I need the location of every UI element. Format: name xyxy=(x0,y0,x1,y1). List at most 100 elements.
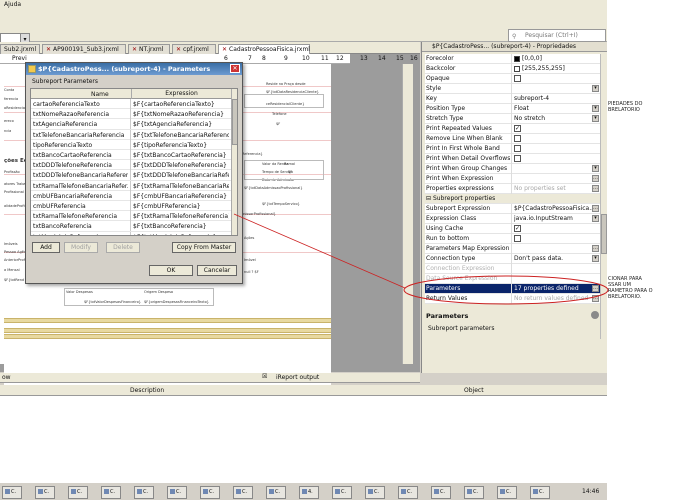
taskbar-item[interactable]: C. xyxy=(497,486,517,499)
checkbox[interactable] xyxy=(514,235,521,242)
checkbox[interactable] xyxy=(514,155,521,162)
taskbar-item[interactable]: C. xyxy=(35,486,55,499)
table-row[interactable]: txtAgenciaReferencia $F{txtAgenciaReferen… xyxy=(31,119,231,130)
property-run-to-bottom[interactable]: Run to bottom xyxy=(425,234,600,244)
property-value-wrap[interactable]: subreport-4 xyxy=(514,95,594,102)
property-parameters[interactable]: Parameters 17 properties defined… xyxy=(425,284,600,294)
close-icon[interactable]: ✕ xyxy=(46,46,51,53)
property-subreport-expression[interactable]: Subreport Expression $P{CadastroPessoaFis… xyxy=(425,204,600,214)
property-backcolor[interactable]: Backcolor [255,255,255] xyxy=(425,64,600,74)
property-opaque[interactable]: Opaque xyxy=(425,74,600,84)
property-properties-expressions[interactable]: Properties expressions No properties set… xyxy=(425,184,600,194)
property-stretch-type[interactable]: Stretch Type No stretch ▾ xyxy=(425,114,600,124)
close-icon[interactable]: ✕ xyxy=(230,64,240,73)
table-scrollbar[interactable] xyxy=(231,89,237,235)
checkbox[interactable]: ✓ xyxy=(514,225,521,232)
table-row[interactable]: txtMunicipioReferencia $F{txtMunicipioRef… xyxy=(31,231,231,235)
table-row[interactable]: cmbUFReferencia $F{cmbUFReferencia} xyxy=(31,201,231,212)
property-key[interactable]: Key subreport-4 xyxy=(425,94,600,104)
property-value-wrap[interactable]: 17 properties defined xyxy=(514,285,594,292)
property-print-when-detail-overflows[interactable]: Print When Detail Overflows xyxy=(425,154,600,164)
taskbar-item[interactable]: C. xyxy=(200,486,220,499)
field-fragment[interactable]: Ações xyxy=(244,236,254,240)
cancel-button[interactable]: Cancelar xyxy=(197,265,237,276)
taskbar-item[interactable]: C. xyxy=(266,486,286,499)
field-fragment[interactable]: Profissão xyxy=(4,170,20,174)
table-row[interactable]: txtRamalTelefoneReferencia $F{txtRamalTel… xyxy=(31,211,231,222)
field-fragment[interactable]: $F{txtRend xyxy=(4,278,24,282)
taskbar-item[interactable]: C. xyxy=(332,486,352,499)
field-fragment[interactable]: ferencia xyxy=(4,97,18,101)
taskbar-item[interactable]: C. xyxy=(530,486,550,499)
color-swatch[interactable] xyxy=(514,65,520,72)
taskbar-item[interactable]: C. xyxy=(398,486,418,499)
property-value-wrap[interactable]: No stretch xyxy=(514,115,594,122)
property-style[interactable]: Style ▾ xyxy=(425,84,600,94)
ellipsis-button[interactable]: … xyxy=(592,285,599,292)
taskbar-item[interactable]: C. xyxy=(101,486,121,499)
output-left-tab[interactable]: ow xyxy=(2,374,11,381)
taskbar-item[interactable]: C. xyxy=(134,486,154,499)
table-row[interactable]: txtDDDTelefoneReferencia $F{txtDDDTelefon… xyxy=(31,160,231,171)
property-subreport-properties[interactable]: ⊟ Subreport properties xyxy=(425,194,600,204)
taskbar-item[interactable]: C. xyxy=(68,486,88,499)
search-input[interactable]: ⚲ Pesquisar (Ctrl+I) xyxy=(508,29,606,42)
field-fragment[interactable]: Telefone xyxy=(272,112,287,116)
field-fragment[interactable]: $F xyxy=(276,122,280,126)
table-row[interactable]: txtBancoReferencia $F{txtBancoReferencia} xyxy=(31,221,231,232)
checkbox[interactable] xyxy=(514,75,521,82)
modify-button[interactable]: Modify xyxy=(64,242,98,253)
field-fragment[interactable]: Profissional xyxy=(4,190,24,194)
tab-cadastro-pessoa-fisica[interactable]: ✕ CadastroPessoaFisica.jrxml xyxy=(218,44,310,54)
table-row[interactable]: txtDDDTelefoneBancariaReferencia $F{txtDD… xyxy=(31,170,231,181)
taskbar-item[interactable]: C. xyxy=(2,486,22,499)
help-icon[interactable] xyxy=(591,311,599,319)
property-parameters-map-expression[interactable]: Parameters Map Expression… xyxy=(425,244,600,254)
table-row[interactable]: txtRamalTelefoneBancariaRefer... $F{txtRa… xyxy=(31,180,231,191)
property-value-wrap[interactable]: No return values defined xyxy=(514,295,594,302)
chevron-down-icon[interactable]: ▾ xyxy=(592,105,599,112)
chevron-down-icon[interactable]: ▾ xyxy=(592,115,599,122)
taskbar-item[interactable]: C. xyxy=(167,486,187,499)
table-row[interactable]: tipoReferenciaTexto $F{tipoReferenciaText… xyxy=(31,139,231,150)
table-row[interactable]: cmbUFBancariaReferencia $F{cmbUFBancariaR… xyxy=(31,190,231,201)
property-using-cache[interactable]: Using Cache ✓ xyxy=(425,224,600,234)
property-value-wrap[interactable]: Float xyxy=(514,105,594,112)
band-separator[interactable] xyxy=(4,334,331,339)
col-description[interactable]: Description xyxy=(130,387,164,394)
add-button[interactable]: Add xyxy=(32,242,60,253)
chevron-down-icon[interactable]: ▾ xyxy=(592,215,599,222)
properties-scrollbar[interactable] xyxy=(600,54,607,339)
close-icon[interactable]: ✕ xyxy=(222,46,227,53)
property-print-repeated-values[interactable]: Print Repeated Values ✓ xyxy=(425,124,600,134)
table-row[interactable]: txtTelefoneBancariaReferencia $F{txtTelef… xyxy=(31,129,231,140)
ok-button[interactable]: OK xyxy=(149,265,193,276)
preview-label[interactable]: Previ xyxy=(12,55,27,62)
property-print-when-group-changes[interactable]: Print When Group Changes ▾ xyxy=(425,164,600,174)
tab-sub2[interactable]: Sub2.jrxml xyxy=(0,44,40,54)
col-object[interactable]: Object xyxy=(464,387,484,394)
property-value-wrap[interactable]: java.io.InputStream xyxy=(514,215,594,222)
property-position-type[interactable]: Position Type Float ▾ xyxy=(425,104,600,114)
checkbox[interactable] xyxy=(514,145,521,152)
field-fragment[interactable]: ncia xyxy=(4,129,11,133)
taskbar-item[interactable]: C. xyxy=(431,486,451,499)
tab-ap900191-sub3[interactable]: ✕ AP900191_Sub3.jrxml xyxy=(42,44,126,54)
taskbar-item[interactable]: C. xyxy=(464,486,484,499)
ellipsis-button[interactable]: … xyxy=(592,205,599,212)
menu-help[interactable]: Ajuda xyxy=(4,1,21,8)
taskbar-item[interactable]: C. xyxy=(233,486,253,499)
taskbar-item[interactable]: C. xyxy=(365,486,385,499)
ellipsis-button[interactable]: … xyxy=(592,185,599,192)
chevron-down-icon[interactable]: ▾ xyxy=(592,255,599,262)
band-separator[interactable] xyxy=(4,328,331,333)
tab-cpf[interactable]: ✕ cpf.jrxml xyxy=(172,44,216,54)
table-row[interactable]: cartaoReferenciaTexto $F{cartaoReferencia… xyxy=(31,99,231,110)
property-value-wrap[interactable]: [0,0,0] xyxy=(514,55,594,62)
property-print-in-first-whole-band[interactable]: Print In First Whole Band xyxy=(425,144,600,154)
property-value-wrap[interactable]: $P{CadastroPessoaFisica... xyxy=(514,205,594,212)
property-value-wrap[interactable]: [255,255,255] xyxy=(514,65,594,72)
property-data-source-expression[interactable]: Data Source Expression xyxy=(425,274,600,284)
tab-nt[interactable]: ✕ NT.jrxml xyxy=(128,44,170,54)
property-expression-class[interactable]: Expression Class java.io.InputStream ▾ xyxy=(425,214,600,224)
